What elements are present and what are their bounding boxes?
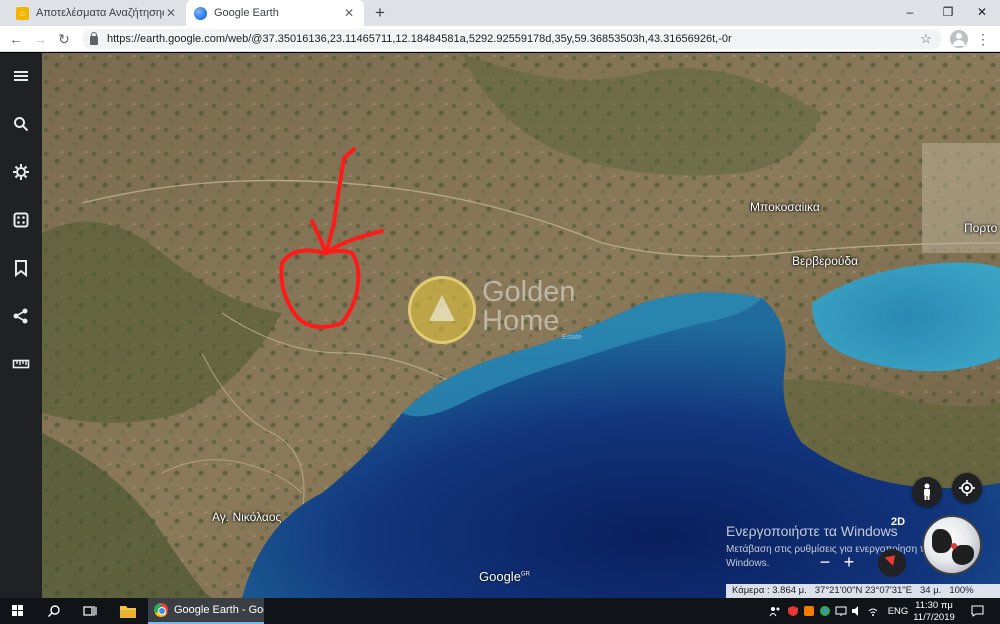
coordinates: 37°21'00"N 23°07'31"E bbox=[814, 585, 912, 596]
forward-button[interactable]: → bbox=[30, 29, 50, 49]
folder-icon bbox=[120, 605, 136, 618]
search-button[interactable] bbox=[6, 109, 36, 139]
notification-icon bbox=[971, 605, 983, 617]
chrome-tray-icon[interactable] bbox=[818, 598, 832, 624]
new-tab-button[interactable]: + bbox=[370, 3, 390, 23]
share-button[interactable] bbox=[6, 301, 36, 331]
reload-button[interactable]: ↻ bbox=[54, 29, 74, 49]
tab-strip: ⌂ Αποτελέσματα Αναζήτησης: 259 ✕ Google … bbox=[0, 0, 1000, 26]
my-location-button[interactable] bbox=[952, 473, 982, 503]
zoom-in-button[interactable]: + bbox=[838, 551, 860, 573]
pegman-button[interactable] bbox=[912, 477, 942, 507]
network-icon[interactable] bbox=[866, 598, 880, 624]
notifications-button[interactable] bbox=[966, 598, 988, 624]
display-tray-icon[interactable] bbox=[834, 598, 848, 624]
feeling-lucky-button[interactable] bbox=[6, 205, 36, 235]
address-bar[interactable]: https://earth.google.com/web/@37.3501613… bbox=[82, 29, 942, 49]
place-label-vervedouda[interactable]: Βερβερούδα bbox=[792, 254, 858, 268]
google-earth-favicon-icon bbox=[194, 6, 207, 20]
earth-map-view[interactable]: Μποκοσαίικα Πορτο Βερβερούδα Αγ. Νικόλαο… bbox=[42, 53, 1000, 598]
search-icon bbox=[14, 117, 29, 132]
menu-icon bbox=[14, 71, 28, 81]
chrome-icon bbox=[154, 603, 168, 617]
measure-button[interactable] bbox=[6, 349, 36, 379]
chrome-window-title: Google Earth - Goo... bbox=[174, 604, 264, 616]
my-location-icon bbox=[959, 480, 975, 496]
gold-home-favicon-icon: ⌂ bbox=[16, 6, 29, 20]
windows-taskbar: Google Earth - Goo... ENG 11:30 πμ 11/7/… bbox=[0, 598, 1000, 624]
profile-avatar[interactable] bbox=[950, 30, 968, 48]
tab-title: Google Earth bbox=[214, 7, 279, 19]
place-label-mpokosaika[interactable]: Μποκοσαίικα bbox=[750, 200, 820, 214]
loading-percent: 100% bbox=[949, 585, 974, 596]
search-taskbar-button[interactable] bbox=[40, 598, 68, 624]
place-label-ag-nikolaos[interactable]: Αγ. Νικόλαος bbox=[212, 510, 281, 524]
google-logo: GoogleGR bbox=[479, 569, 530, 584]
search-icon bbox=[48, 605, 60, 617]
url-text[interactable]: https://earth.google.com/web/@37.3501613… bbox=[107, 33, 918, 45]
language-indicator[interactable]: ENG bbox=[886, 606, 910, 617]
chrome-taskbar-window[interactable]: Google Earth - Goo... bbox=[148, 598, 264, 624]
projects-button[interactable] bbox=[6, 253, 36, 283]
people-icon[interactable] bbox=[768, 598, 782, 624]
windows-logo-icon bbox=[12, 605, 24, 617]
browser-menu-button[interactable]: ⋮ bbox=[975, 29, 991, 49]
app-tray-icon[interactable] bbox=[802, 598, 816, 624]
tab-google-earth[interactable]: Google Earth ✕ bbox=[186, 0, 364, 26]
tab-close-icon[interactable]: ✕ bbox=[342, 6, 356, 20]
golden-home-logo-icon bbox=[408, 276, 476, 344]
close-window-button[interactable]: ✕ bbox=[964, 0, 1000, 24]
clock-time[interactable]: 11:30 πμ bbox=[912, 600, 956, 611]
compass-icon[interactable] bbox=[878, 549, 906, 577]
clock-date[interactable]: 11/7/2019 bbox=[912, 612, 956, 623]
golden-home-watermark: Golden Home Estate bbox=[408, 276, 588, 346]
file-explorer-button[interactable] bbox=[114, 598, 142, 624]
measure-icon bbox=[12, 359, 30, 369]
globe-icon[interactable] bbox=[922, 515, 982, 575]
start-button[interactable] bbox=[4, 598, 32, 624]
tab-search-results[interactable]: ⌂ Αποτελέσματα Αναζήτησης: 259 ✕ bbox=[8, 0, 186, 26]
place-label-porto[interactable]: Πορτο bbox=[964, 221, 997, 235]
bookmark-star-icon[interactable]: ☆ bbox=[918, 31, 934, 47]
projects-icon bbox=[15, 260, 27, 277]
task-view-button[interactable] bbox=[76, 598, 104, 624]
elevation: 34 μ. bbox=[919, 585, 942, 596]
task-view-icon bbox=[83, 606, 97, 616]
minimize-button[interactable]: – bbox=[892, 0, 928, 24]
status-bar: Κάμερα : 3.864 μ. 37°21'00"N 23°07'31"E … bbox=[726, 584, 1000, 598]
security-shield-icon[interactable] bbox=[786, 598, 800, 624]
lock-icon bbox=[90, 31, 98, 45]
volume-icon[interactable] bbox=[850, 598, 864, 624]
watermark-brand: Golden Home bbox=[482, 276, 576, 337]
feeling-lucky-icon bbox=[13, 212, 29, 228]
watermark-tagline: Estate bbox=[562, 334, 582, 341]
tab-title: Αποτελέσματα Αναζήτησης: 259 bbox=[36, 7, 164, 19]
tab-close-icon[interactable]: ✕ bbox=[164, 6, 178, 20]
pegman-icon bbox=[924, 483, 930, 500]
voyager-icon bbox=[13, 164, 29, 180]
maximize-button[interactable]: ❐ bbox=[930, 0, 966, 24]
zoom-out-button[interactable]: − bbox=[814, 551, 836, 573]
share-icon bbox=[13, 308, 28, 324]
camera-altitude: Κάμερα : 3.864 μ. bbox=[732, 585, 807, 596]
back-button[interactable]: ← bbox=[6, 29, 26, 49]
windows-activation-title: Ενεργοποιήστε τα Windows bbox=[726, 523, 898, 539]
browser-toolbar: ← → ↻ https://earth.google.com/web/@37.3… bbox=[0, 26, 1000, 52]
menu-button[interactable] bbox=[6, 61, 36, 91]
earth-side-rail bbox=[0, 53, 42, 598]
voyager-button[interactable] bbox=[6, 157, 36, 187]
